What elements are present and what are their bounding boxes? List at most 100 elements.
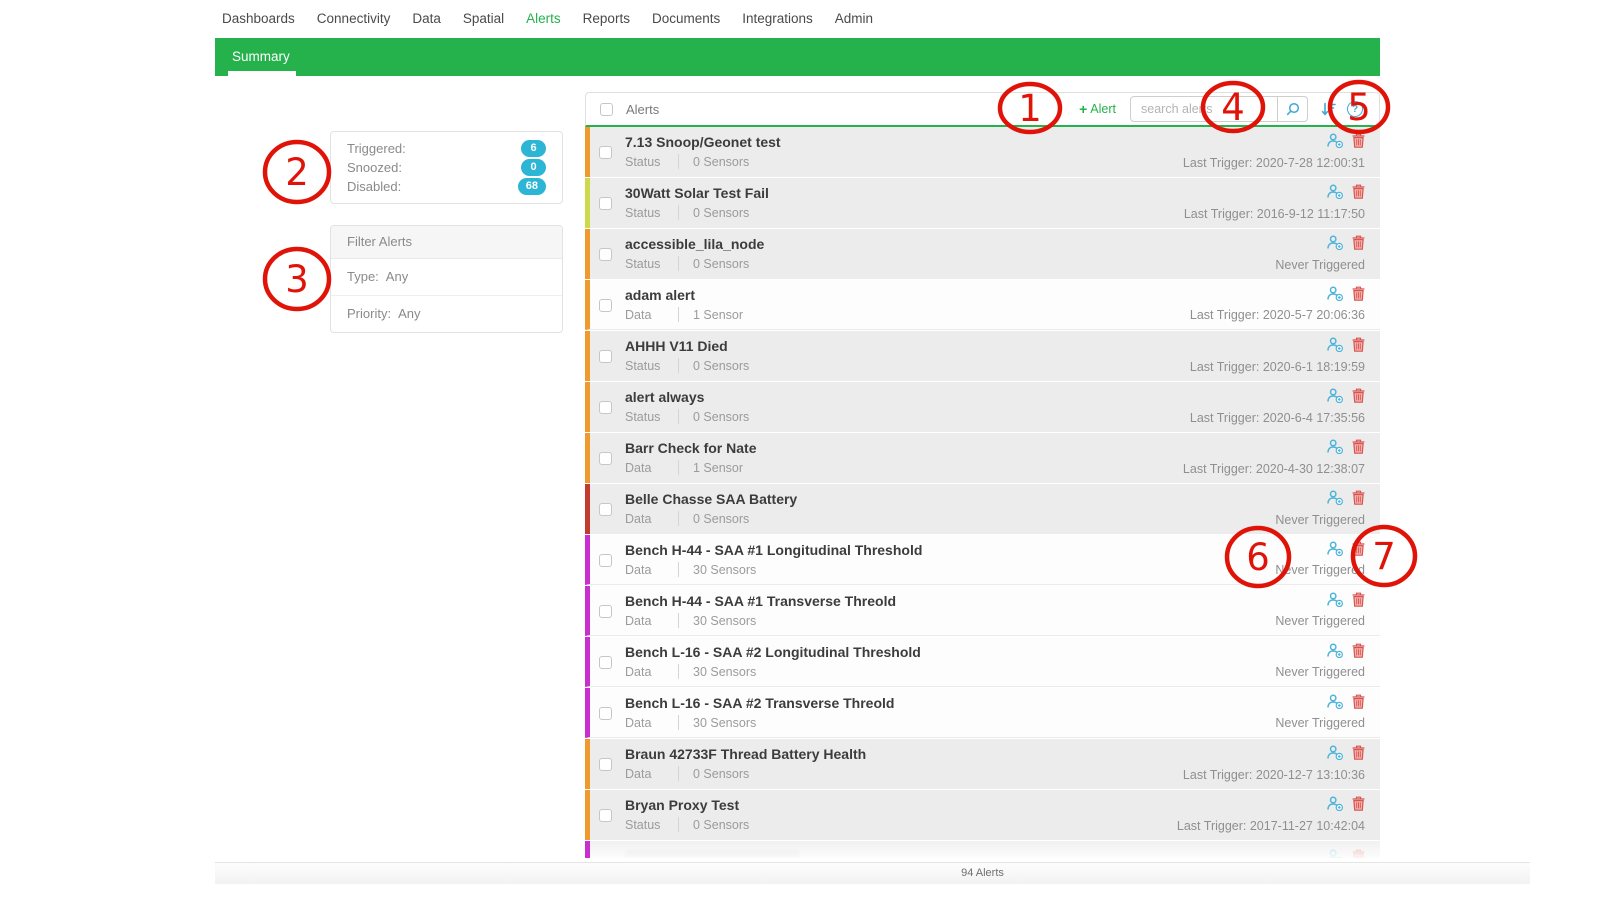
alert-meta: Status 0 Sensors <box>625 358 749 373</box>
user-plus-icon <box>1327 694 1343 709</box>
delete-alert-button[interactable] <box>1352 388 1365 403</box>
assign-user-button[interactable] <box>1327 745 1343 760</box>
user-plus-icon <box>1327 745 1343 760</box>
alert-row[interactable] <box>585 841 1380 858</box>
alert-row[interactable]: Belle Chasse SAA Battery Data 0 Sensors <box>585 484 1380 534</box>
delete-alert-button[interactable] <box>1352 133 1365 148</box>
add-alert-button[interactable]: + Alert <box>1079 102 1116 116</box>
alert-checkbox[interactable] <box>599 299 612 312</box>
nav-item[interactable]: Dashboards <box>222 11 295 26</box>
assign-user-button[interactable] <box>1327 184 1343 199</box>
alert-title: Belle Chasse SAA Battery <box>625 491 798 507</box>
delete-alert-button[interactable] <box>1352 286 1365 301</box>
assign-user-button[interactable] <box>1327 439 1343 454</box>
help-icon[interactable]: ? <box>1347 101 1363 117</box>
alert-checkbox[interactable] <box>599 503 612 516</box>
alert-type: Status <box>625 154 661 169</box>
assign-user-button[interactable] <box>1327 133 1343 148</box>
assign-user-button[interactable] <box>1327 337 1343 352</box>
delete-alert-button[interactable] <box>1352 745 1365 760</box>
alert-sensors-count: 0 Sensors <box>693 205 750 220</box>
alert-checkbox[interactable] <box>599 350 612 363</box>
assign-user-button[interactable] <box>1327 643 1343 658</box>
alert-meta: Status 0 Sensors <box>625 154 749 169</box>
alert-checkbox[interactable] <box>599 554 612 567</box>
last-trigger-text: Never Triggered <box>1275 614 1365 628</box>
trash-icon <box>1352 541 1365 556</box>
alert-type: Data <box>625 562 652 577</box>
alert-row[interactable]: Bench L-16 - SAA #2 Longitudinal Thresho… <box>585 637 1380 687</box>
assign-user-button[interactable] <box>1327 541 1343 556</box>
alert-checkbox[interactable] <box>599 758 612 771</box>
alert-row[interactable]: Bryan Proxy Test Status 0 Sensors Last T… <box>585 790 1380 840</box>
alert-checkbox[interactable] <box>599 809 612 822</box>
sort-button[interactable] <box>1321 102 1336 116</box>
delete-alert-button[interactable] <box>1352 796 1365 811</box>
alert-checkbox[interactable] <box>599 707 612 720</box>
alert-checkbox[interactable] <box>599 605 612 618</box>
assign-user-button[interactable] <box>1327 592 1343 607</box>
filter-row[interactable]: Priority: Any <box>331 296 562 332</box>
filter-row[interactable]: Type: Any <box>331 259 562 296</box>
nav-item[interactable]: Connectivity <box>317 11 391 26</box>
alert-meta: Data 30 Sensors <box>625 562 756 577</box>
delete-alert-button[interactable] <box>1352 235 1365 250</box>
active-tab-indicator <box>228 71 296 76</box>
alert-type: Status <box>625 358 661 373</box>
delete-alert-button[interactable] <box>1352 592 1365 607</box>
alert-meta: Data 30 Sensors <box>625 613 756 628</box>
nav-item[interactable]: Integrations <box>742 11 813 26</box>
assign-user-button[interactable] <box>1327 490 1343 505</box>
alert-checkbox[interactable] <box>599 248 612 261</box>
trash-icon <box>1352 337 1365 352</box>
alert-row[interactable]: alert always Status 0 Sensors Last Trigg… <box>585 382 1380 432</box>
alert-row[interactable]: Barr Check for Nate Data 1 Sensor Last T… <box>585 433 1380 483</box>
annotation-number: 3 <box>285 258 309 301</box>
alert-title: Braun 42733F Thread Battery Health <box>625 746 867 762</box>
delete-alert-button[interactable] <box>1352 184 1365 199</box>
nav-item[interactable]: Admin <box>835 11 873 26</box>
alert-row[interactable]: Bench L-16 - SAA #2 Transverse Threold D… <box>585 688 1380 738</box>
alert-row[interactable]: adam alert Data 1 Sensor Last Trigger: 2… <box>585 280 1380 330</box>
delete-alert-button[interactable] <box>1352 541 1365 556</box>
assign-user-button[interactable] <box>1327 796 1343 811</box>
delete-alert-button[interactable] <box>1352 439 1365 454</box>
alert-row[interactable]: Bench H-44 - SAA #1 Longitudinal Thresho… <box>585 535 1380 585</box>
delete-alert-button[interactable] <box>1352 490 1365 505</box>
alert-row[interactable]: Braun 42733F Thread Battery Health Data … <box>585 739 1380 789</box>
delete-alert-button[interactable] <box>1352 643 1365 658</box>
alert-sensors-count: 0 Sensors <box>693 256 750 271</box>
alert-checkbox[interactable] <box>599 656 612 669</box>
search-button[interactable] <box>1278 96 1308 122</box>
nav-item[interactable]: Data <box>412 11 441 26</box>
search-input[interactable] <box>1130 96 1278 122</box>
alert-row[interactable]: 30Watt Solar Test Fail Status 0 Sensors <box>585 178 1380 228</box>
delete-alert-button[interactable] <box>1352 337 1365 352</box>
alert-row[interactable]: AHHH V11 Died Status 0 Sensors Last Trig… <box>585 331 1380 381</box>
alert-checkbox[interactable] <box>599 146 612 159</box>
meta-divider <box>678 205 679 220</box>
alert-checkbox[interactable] <box>599 197 612 210</box>
alert-type: Status <box>625 817 661 832</box>
assign-user-button[interactable] <box>1327 235 1343 250</box>
assign-user-button[interactable] <box>1327 388 1343 403</box>
select-all-checkbox[interactable] <box>600 102 613 116</box>
alert-checkbox[interactable] <box>599 401 612 414</box>
assign-user-button[interactable] <box>1327 694 1343 709</box>
nav-item[interactable]: Reports <box>583 11 630 26</box>
nav-item[interactable]: Documents <box>652 11 720 26</box>
user-plus-icon <box>1327 388 1343 403</box>
alert-row[interactable]: 7.13 Snoop/Geonet test Status 0 Sensors <box>585 127 1380 177</box>
delete-alert-button[interactable] <box>1352 694 1365 709</box>
assign-user-button[interactable] <box>1327 286 1343 301</box>
last-trigger-text: Never Triggered <box>1275 513 1365 527</box>
nav-item[interactable]: Alerts <box>526 11 561 26</box>
nav-item[interactable]: Spatial <box>463 11 504 26</box>
alert-checkbox[interactable] <box>599 452 612 465</box>
filter-label: Type: <box>347 269 379 284</box>
alert-type: Data <box>625 715 652 730</box>
user-plus-icon <box>1327 796 1343 811</box>
trash-icon <box>1352 643 1365 658</box>
alert-row[interactable]: accessible_lila_node Status 0 Sensors Ne… <box>585 229 1380 279</box>
alert-row[interactable]: Bench H-44 - SAA #1 Transverse Threold D… <box>585 586 1380 636</box>
